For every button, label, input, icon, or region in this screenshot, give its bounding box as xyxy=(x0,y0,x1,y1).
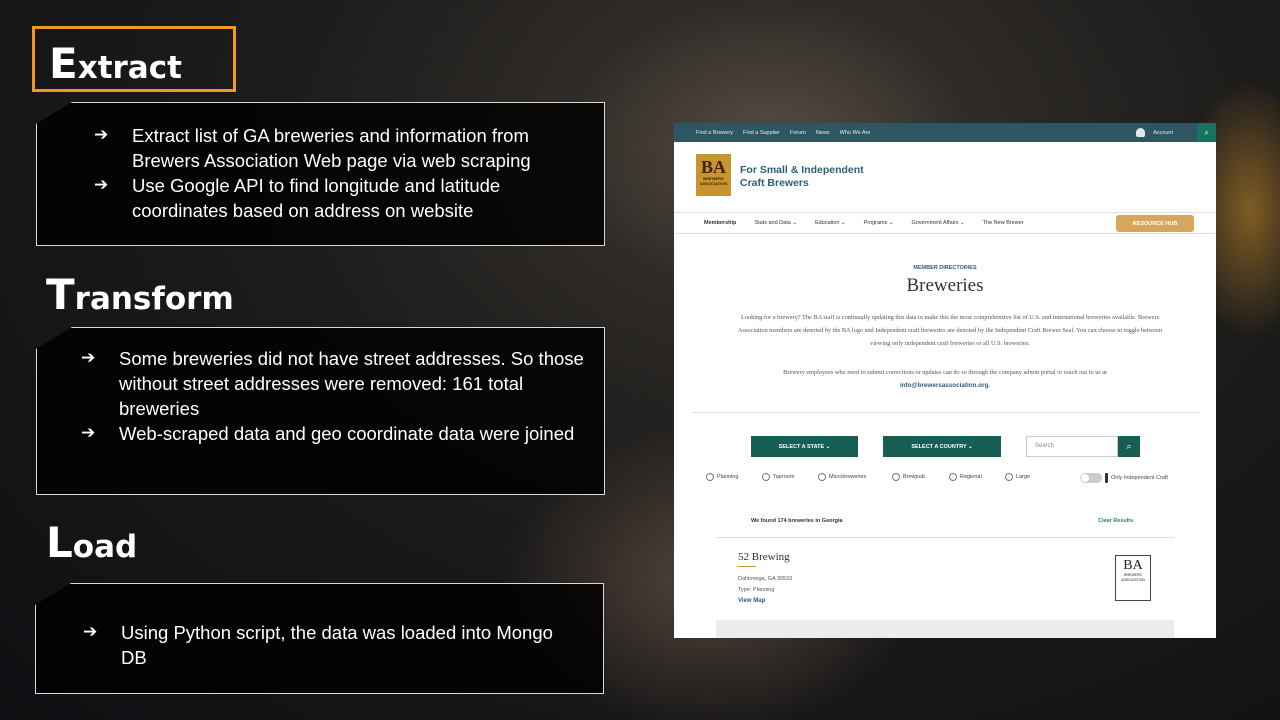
filter-microbreweries[interactable]: Microbreweries xyxy=(818,473,866,481)
arrow-icon: ➔ xyxy=(81,423,96,443)
account-link[interactable]: Account xyxy=(1136,128,1173,137)
extract-heading: Extract xyxy=(32,26,236,92)
independent-craft-toggle[interactable]: Only Independent Craft xyxy=(1080,473,1168,483)
site-top-nav: Find a Brewery Find a Supplier Forum New… xyxy=(674,123,1216,142)
extract-card: ➔ Extract list of GA breweries and inform… xyxy=(36,102,605,246)
filter-planning[interactable]: Planning xyxy=(706,473,738,481)
divider xyxy=(716,537,1174,538)
select-country-dropdown[interactable]: SELECT A COUNTRY ⌄ xyxy=(883,436,1001,457)
site-header: BA BREWERS ASSOCIATION For Small & Indep… xyxy=(674,142,1216,212)
ba-member-badge: BA BREWERS ASSOCIATION xyxy=(1115,555,1151,601)
filter-brewpub[interactable]: Brewpub xyxy=(892,473,925,481)
nav-new-brewer[interactable]: The New Brewer xyxy=(983,220,1024,226)
nav-government-affairs[interactable]: Government Affairs ⌄ xyxy=(912,220,965,226)
bottle-icon xyxy=(1105,473,1108,483)
arrow-icon: ➔ xyxy=(83,622,98,642)
toggle-switch[interactable] xyxy=(1080,473,1102,483)
nav-education[interactable]: Education ⌄ xyxy=(815,220,846,226)
search-icon[interactable]: ⌕ xyxy=(1197,123,1216,142)
transform-card: ➔ Some breweries did not have street addr… xyxy=(36,327,605,495)
brewery-location: Dahlonega, GA 30533 xyxy=(738,576,793,582)
directory-title: Breweries xyxy=(906,275,984,296)
results-count: We found 174 breweries in Georgia xyxy=(751,518,843,524)
load-card: ➔ Using Python script, the data was loade… xyxy=(35,583,604,694)
contact-email-link[interactable]: info@brewersassociation.org. xyxy=(709,379,1181,392)
website-screenshot: Find a Brewery Find a Supplier Forum New… xyxy=(674,123,1216,638)
directory-description: Looking for a brewery? The BA staff is c… xyxy=(737,314,1163,347)
load-rest: oad xyxy=(72,529,138,565)
clear-results-link[interactable]: Clear Results xyxy=(1098,518,1133,524)
resource-hub-button[interactable]: RESOURCE HUB xyxy=(1116,215,1194,232)
extract-rest: xtract xyxy=(77,50,182,86)
divider xyxy=(692,412,1200,413)
brewery-search-input[interactable]: Search xyxy=(1026,436,1118,457)
brewery-type-filters: Planning Taproom Microbreweries Brewpub … xyxy=(706,473,1196,485)
topnav-news[interactable]: News xyxy=(816,130,830,136)
nav-programs[interactable]: Programs ⌄ xyxy=(864,220,894,226)
transform-rest: ransform xyxy=(74,281,234,317)
topnav-who-we-are[interactable]: Who We Are xyxy=(840,130,871,136)
load-bullet-1: ➔ Using Python script, the data was loade… xyxy=(83,622,553,668)
brewery-type: Type: Planning xyxy=(738,587,775,593)
search-icon[interactable]: ⌕ xyxy=(1118,436,1140,457)
extract-bullet-2: ➔ Use Google API to find longitude and la… xyxy=(94,175,501,221)
filter-taproom[interactable]: Taproom xyxy=(762,473,794,481)
nav-membership[interactable]: Membership xyxy=(704,220,736,226)
site-tagline: For Small & Independent Craft Brewers xyxy=(740,164,864,189)
user-icon xyxy=(1136,128,1146,137)
load-initial: L xyxy=(46,518,73,567)
transform-initial: T xyxy=(46,270,75,319)
select-state-dropdown[interactable]: SELECT A STATE ⌄ xyxy=(751,436,858,457)
next-brewery-row xyxy=(716,620,1174,638)
extract-initial: E xyxy=(49,39,78,88)
brewery-name[interactable]: 52 Brewing xyxy=(738,551,790,563)
brewery-name-underline xyxy=(738,566,756,567)
arrow-icon: ➔ xyxy=(94,125,109,145)
transform-heading: Transform xyxy=(46,270,234,319)
arrow-icon: ➔ xyxy=(94,175,109,195)
corrections-text: Brewery employees who need to submit cor… xyxy=(709,366,1181,392)
site-main-nav: Membership Stats and Data ⌄ Education ⌄ … xyxy=(674,212,1216,234)
arrow-icon: ➔ xyxy=(81,348,96,368)
nav-stats-and-data[interactable]: Stats and Data ⌄ xyxy=(754,220,797,226)
topnav-find-supplier[interactable]: Find a Supplier xyxy=(743,130,780,136)
view-map-link[interactable]: View Map xyxy=(738,598,765,604)
directory-label: MEMBER DIRECTORIES xyxy=(913,265,977,271)
ba-logo[interactable]: BA BREWERS ASSOCIATION xyxy=(696,154,731,196)
transform-bullet-1: ➔ Some breweries did not have street addr… xyxy=(81,348,584,419)
transform-bullet-2: ➔ Web-scraped data and geo coordinate dat… xyxy=(81,423,575,444)
filter-large[interactable]: Large xyxy=(1005,473,1030,481)
topnav-find-brewery[interactable]: Find a Brewery xyxy=(696,130,733,136)
load-heading: Load xyxy=(46,518,137,567)
topnav-forum[interactable]: Forum xyxy=(790,130,806,136)
filter-regional[interactable]: Regional xyxy=(949,473,982,481)
extract-bullet-1: ➔ Extract list of GA breweries and inform… xyxy=(94,125,531,171)
